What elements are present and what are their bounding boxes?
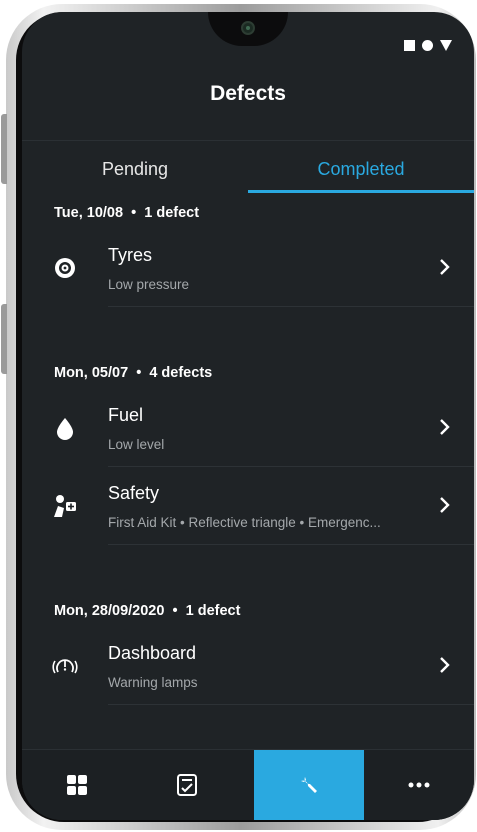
- square-icon: [404, 40, 415, 51]
- row-divider: [108, 306, 474, 307]
- group-date: Tue, 10/08: [54, 205, 124, 221]
- defect-row-dashboard[interactable]: Dashboard Warning lamps: [22, 627, 474, 705]
- chevron-right-icon: [440, 259, 450, 275]
- group-header: Tue, 10/08 • 1 defect: [22, 193, 474, 229]
- nav-defects[interactable]: [254, 750, 364, 820]
- wrench-icon: [301, 777, 317, 793]
- row-divider: [108, 544, 474, 545]
- defect-row-fuel[interactable]: Fuel Low level: [22, 389, 474, 467]
- group-header: Mon, 05/07 • 4 defects: [22, 353, 474, 389]
- date-group: Mon, 05/07 • 4 defects Fuel Low level Sa…: [22, 353, 474, 545]
- first-aid-person-icon: [54, 495, 76, 517]
- nav-checklist[interactable]: [132, 750, 242, 820]
- defect-list: Tue, 10/08 • 1 defect Tyres Low pressure…: [22, 193, 474, 705]
- row-divider: [108, 704, 474, 705]
- defect-detail: Warning lamps: [108, 675, 198, 690]
- tab-bar: Pending Completed: [22, 140, 474, 193]
- separator-dot: •: [123, 205, 145, 221]
- group-count: 4 defects: [149, 365, 213, 381]
- defect-row-safety[interactable]: Safety First Aid Kit • Reflective triang…: [22, 467, 474, 545]
- more-icon: [408, 782, 430, 788]
- circle-icon: [422, 40, 433, 51]
- page-title: Defects: [210, 82, 286, 105]
- defect-detail: Low level: [108, 437, 165, 452]
- defect-name: Tyres: [108, 245, 153, 265]
- group-header: Mon, 28/09/2020 • 1 defect: [22, 591, 474, 627]
- volume-button: [1, 114, 7, 184]
- nav-more[interactable]: [364, 750, 474, 820]
- group-date: Mon, 05/07: [54, 365, 129, 381]
- tab-completed[interactable]: Completed: [248, 141, 474, 193]
- group-date: Mon, 28/09/2020: [54, 603, 165, 619]
- chevron-right-icon: [440, 497, 450, 513]
- chevron-right-icon: [440, 657, 450, 673]
- defect-detail: First Aid Kit • Reflective triangle • Em…: [108, 515, 381, 530]
- grid-icon: [67, 775, 87, 795]
- checklist-icon: [177, 774, 197, 796]
- date-group: Tue, 10/08 • 1 defect Tyres Low pressure: [22, 193, 474, 307]
- defect-name: Dashboard: [108, 643, 197, 663]
- status-bar: [404, 40, 452, 51]
- group-count: 1 defect: [185, 603, 241, 619]
- date-group: Mon, 28/09/2020 • 1 defect Dashboard War…: [22, 591, 474, 705]
- chevron-right-icon: [440, 419, 450, 435]
- defect-row-tyres[interactable]: Tyres Low pressure: [22, 229, 474, 307]
- separator-dot: •: [164, 603, 186, 619]
- dashboard-warning-icon: [52, 659, 78, 674]
- triangle-icon: [440, 40, 452, 51]
- tyre-icon: [55, 258, 75, 278]
- defect-name: Safety: [108, 483, 160, 503]
- defect-name: Fuel: [108, 405, 144, 425]
- defect-detail: Low pressure: [108, 277, 190, 292]
- camera-icon: [241, 21, 255, 35]
- power-button: [1, 304, 7, 374]
- group-count: 1 defect: [144, 205, 200, 221]
- nav-home[interactable]: [22, 750, 132, 820]
- notch: [208, 12, 288, 46]
- app-screen: Defects Pending Completed Tue, 10/08 • 1…: [22, 12, 474, 820]
- separator-dot: •: [128, 365, 150, 381]
- drop-icon: [57, 418, 73, 440]
- bottom-navigation: [22, 749, 474, 820]
- tab-pending[interactable]: Pending: [22, 141, 248, 193]
